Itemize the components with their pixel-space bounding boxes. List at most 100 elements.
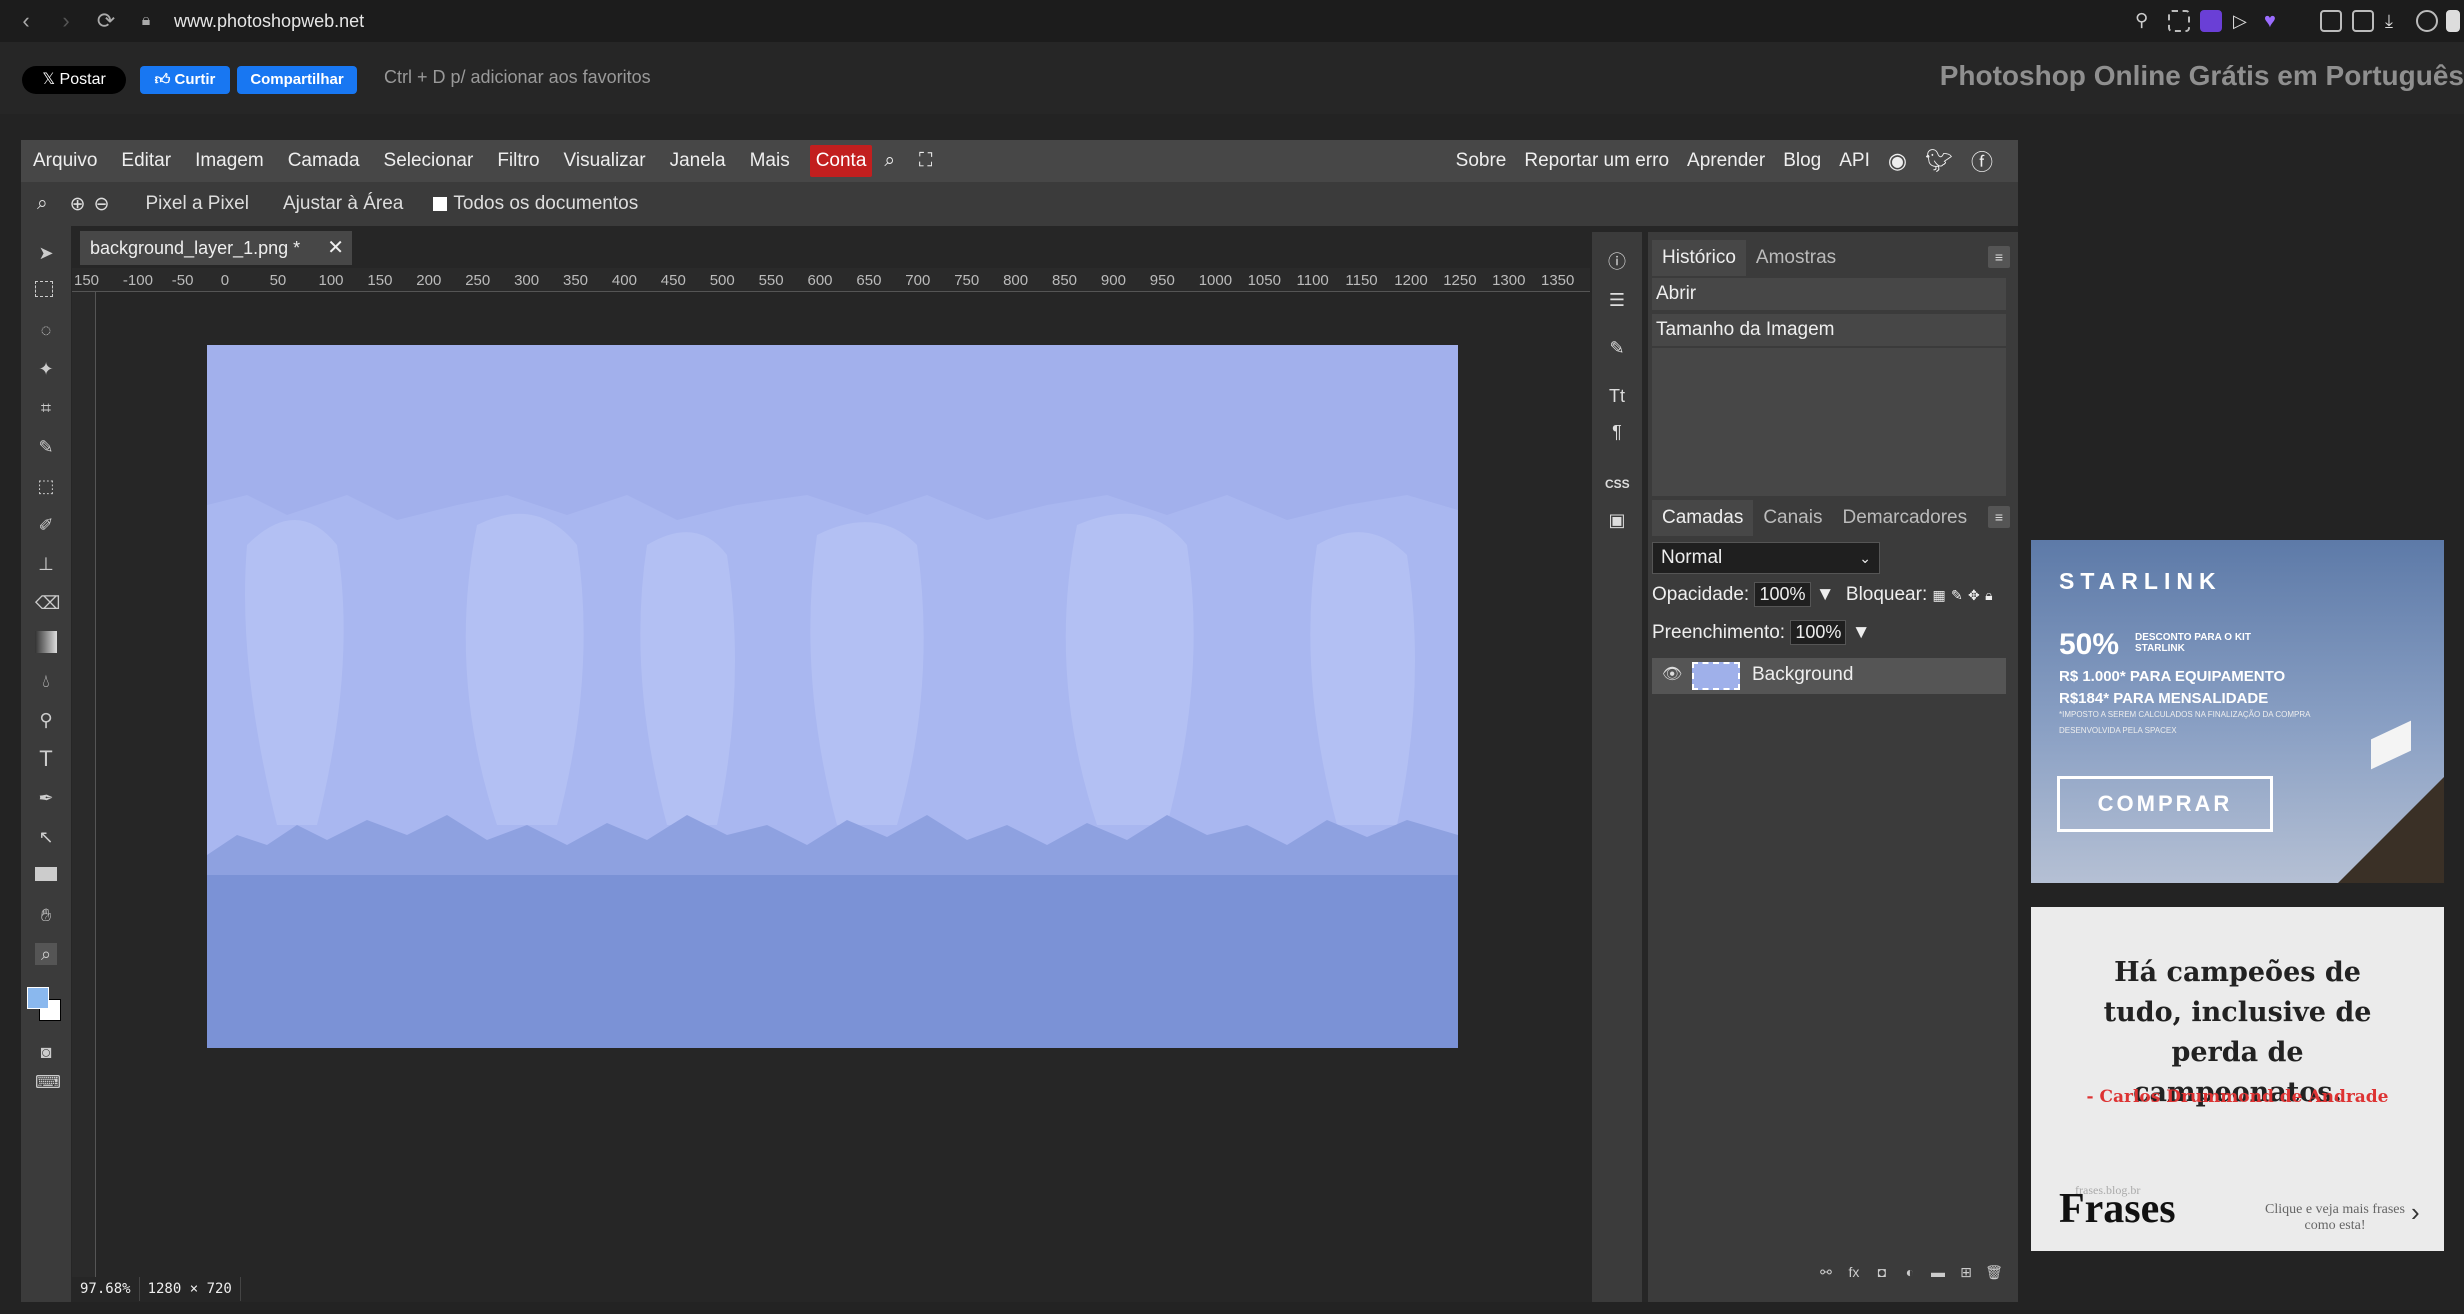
opacity-dropdown-icon[interactable]: ▼ [1816, 584, 1835, 605]
marquee-tool-icon[interactable] [35, 281, 53, 297]
hand-tool-icon[interactable]: ✋︎ [35, 904, 57, 926]
css-icon[interactable]: CSS [1605, 472, 1630, 496]
heart-icon[interactable]: ♥ [2264, 10, 2286, 32]
document-tab[interactable]: background_layer_1.png * ✕ [80, 231, 352, 265]
menu-conta[interactable]: Conta [809, 145, 873, 177]
path-select-tool-icon[interactable]: ↖ [35, 826, 57, 848]
menu-camada[interactable]: Camada [276, 140, 372, 182]
profile-icon[interactable] [2416, 10, 2438, 32]
facebook-share-button[interactable]: Compartilhar [237, 66, 357, 94]
battery-icon[interactable] [2446, 10, 2460, 32]
lasso-tool-icon[interactable]: ◌ [35, 319, 57, 341]
eye-icon[interactable]: 👁︎ [1662, 664, 1682, 684]
zoom-out-icon[interactable]: ⊖ [94, 193, 110, 216]
layer-mask-icon[interactable]: ◘ [1872, 1262, 1892, 1282]
character-icon[interactable]: Tt [1605, 384, 1629, 408]
adjustments-icon[interactable]: ☰ [1605, 288, 1629, 312]
ruler-left[interactable] [72, 292, 96, 1292]
menu-aprender[interactable]: Aprender [1678, 150, 1774, 172]
link-layers-icon[interactable]: ⚯ [1816, 1262, 1836, 1282]
screenshot-icon[interactable] [2168, 10, 2190, 32]
history-item[interactable]: Abrir [1652, 278, 2006, 310]
info-icon[interactable]: ⓘ [1605, 250, 1629, 274]
fullscreen-icon[interactable]: ⛶ [907, 140, 944, 182]
image-canvas[interactable] [207, 345, 1458, 1048]
new-group-icon[interactable]: ▬ [1928, 1262, 1948, 1282]
close-icon[interactable]: ✕ [327, 231, 344, 265]
new-layer-icon[interactable]: ⊞ [1956, 1262, 1976, 1282]
blur-tool-icon[interactable]: 💧︎ [35, 670, 57, 692]
pen-tool-icon[interactable]: ✒ [35, 787, 57, 809]
magic-wand-tool-icon[interactable]: ✦ [35, 358, 57, 380]
history-panel-menu-icon[interactable]: ≡ [1988, 246, 2010, 268]
eyedropper-tool-icon[interactable]: ✎ [35, 436, 57, 458]
frases-ad[interactable]: Há campeões de tudo, inclusive de perda … [2031, 907, 2444, 1251]
menu-reportar-erro[interactable]: Reportar um erro [1515, 150, 1678, 172]
menu-mais[interactable]: Mais [738, 140, 802, 182]
starlink-buy-button[interactable]: COMPRAR [2057, 776, 2273, 832]
brush-settings-icon[interactable]: ✎ [1605, 336, 1629, 360]
tab-demarcadores[interactable]: Demarcadores [1832, 500, 1977, 536]
delete-layer-icon[interactable]: 🗑︎ [1984, 1262, 2004, 1282]
menu-imagem[interactable]: Imagem [183, 140, 276, 182]
spot-heal-tool-icon[interactable]: ⬚ [35, 475, 57, 497]
history-item[interactable]: Tamanho da Imagem [1652, 314, 2006, 346]
layers-panel-menu-icon[interactable]: ≡ [1988, 506, 2010, 528]
sidebar-icon[interactable] [2352, 10, 2374, 32]
chevron-right-icon[interactable]: › [2411, 1197, 2420, 1228]
menu-blog[interactable]: Blog [1774, 150, 1830, 172]
extensions-icon[interactable] [2320, 10, 2342, 32]
address-bar[interactable]: www.photoshopweb.net [174, 11, 364, 32]
gradient-tool-icon[interactable] [35, 631, 57, 653]
fill-dropdown-icon[interactable]: ▼ [1852, 622, 1871, 643]
fit-area-button[interactable]: Ajustar à Área [283, 193, 403, 215]
menu-selecionar[interactable]: Selecionar [372, 140, 486, 182]
crop-tool-icon[interactable]: ⌗ [35, 397, 57, 419]
lock-all-icon[interactable]: 🔒︎ [1985, 587, 1992, 603]
lock-icon[interactable]: 🔒︎ [132, 12, 160, 30]
tab-historico[interactable]: Histórico [1652, 240, 1746, 276]
back-icon[interactable]: ‹ [12, 8, 40, 34]
starlink-ad[interactable]: STARLINK 50% DESCONTO PARA O KIT STARLIN… [2031, 540, 2444, 883]
brush-tool-icon[interactable]: ✐ [35, 514, 57, 536]
reddit-icon[interactable]: ◉ [1879, 148, 1916, 174]
lock-position-icon[interactable]: ✥ [1968, 587, 1980, 603]
quick-mask-icon[interactable]: ◙ [35, 1041, 57, 1063]
forward-icon[interactable]: › [52, 8, 80, 34]
menu-filtro[interactable]: Filtro [485, 140, 551, 182]
menu-api[interactable]: API [1830, 150, 1879, 172]
adjustment-layer-icon[interactable]: ◐ [1900, 1262, 1920, 1282]
all-documents-checkbox[interactable] [433, 197, 448, 211]
lock-pixels-icon[interactable]: ✎ [1951, 587, 1963, 603]
search-icon[interactable]: ⌕ [872, 140, 907, 182]
type-tool-icon[interactable]: T [35, 748, 57, 770]
reload-icon[interactable]: ⟳ [92, 8, 120, 34]
shield-extension-icon[interactable] [2200, 10, 2222, 32]
twitter-icon[interactable]: 🐦︎ [1916, 148, 1962, 174]
menu-janela[interactable]: Janela [658, 140, 738, 182]
play-icon[interactable]: ▷ [2233, 10, 2255, 32]
layer-effects-icon[interactable]: fx [1844, 1262, 1864, 1282]
facebook-like-button[interactable]: 👍︎ Curtir [140, 66, 230, 94]
tab-camadas[interactable]: Camadas [1652, 500, 1754, 536]
layer-thumbnail[interactable] [1692, 662, 1740, 690]
dodge-tool-icon[interactable]: ⚲ [35, 709, 57, 731]
zoom-in-icon[interactable]: ⊕ [70, 193, 86, 216]
keyboard-icon[interactable]: ⌨ [35, 1071, 61, 1093]
opacity-input[interactable]: 100% [1754, 582, 1811, 607]
x-post-button[interactable]: 𝕏 Postar [22, 66, 126, 94]
frases-cta[interactable]: Clique e veja mais frases como esta! [2265, 1202, 2405, 1234]
menu-arquivo[interactable]: Arquivo [21, 140, 109, 182]
menu-sobre[interactable]: Sobre [1447, 150, 1516, 172]
menu-editar[interactable]: Editar [109, 140, 183, 182]
lock-transparency-icon[interactable]: ▦ [1933, 587, 1946, 603]
eraser-tool-icon[interactable]: ⌫ [35, 592, 60, 614]
image-icon[interactable]: ▣ [1605, 508, 1629, 532]
zoom-tool-button-icon[interactable]: ⌕ [35, 943, 57, 965]
pixel-to-pixel-button[interactable]: Pixel a Pixel [145, 193, 249, 215]
blend-mode-select[interactable]: Normal ⌄ [1652, 542, 1880, 574]
ruler-top[interactable]: 150 -100 -50 0 50 100 150 200 250 300 350 400 450 500… [72, 268, 1590, 292]
shape-tool-icon[interactable] [35, 867, 57, 881]
facebook-icon[interactable]: ⓕ [1962, 145, 2002, 177]
pin-icon[interactable]: ⚲ [2135, 10, 2157, 32]
